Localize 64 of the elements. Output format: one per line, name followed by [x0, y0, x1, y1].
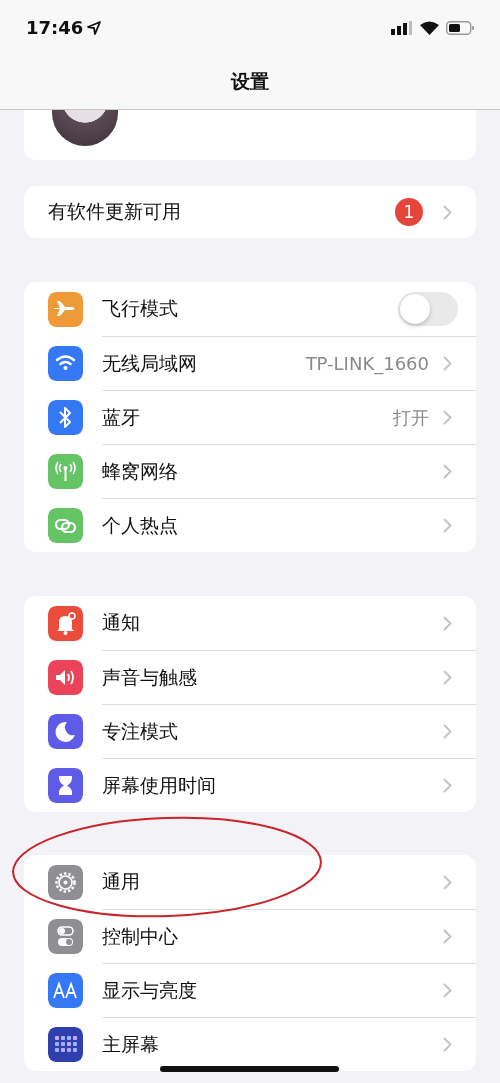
row-label: 控制中心 [102, 923, 179, 949]
row-label: 显示与亮度 [102, 977, 198, 1003]
chevron-icon [443, 410, 452, 425]
toggle-switch[interactable] [398, 292, 458, 326]
settings-row[interactable]: 无线局域网 TP-LINK_1660 [24, 336, 476, 390]
chevron-icon [443, 518, 452, 533]
settings-row[interactable]: 蓝牙 打开 [24, 390, 476, 444]
settings-row[interactable]: 屏幕使用时间 [24, 758, 476, 812]
signal-icon [391, 20, 413, 35]
row-label: 屏幕使用时间 [102, 772, 217, 798]
location-arrow-icon [87, 20, 102, 35]
row-label: 通用 [102, 869, 141, 894]
chevron-icon [443, 615, 452, 631]
chevron-icon [443, 778, 452, 793]
page-title: 设置 [231, 69, 269, 94]
status-time: 17:46 [26, 17, 84, 38]
row-label: 无线局域网 [102, 350, 198, 376]
row-label: 通知 [102, 610, 141, 635]
antenna-icon [48, 453, 83, 489]
count-badge: 1 [395, 198, 423, 226]
link-icon [48, 507, 83, 543]
settings-row[interactable]: 飞行模式 [24, 282, 476, 336]
row-label: 飞行模式 [102, 296, 179, 321]
chevron-icon [443, 1037, 452, 1052]
settings-row[interactable]: 控制中心 [24, 909, 476, 963]
settings-row[interactable]: 显示与亮度 [24, 963, 476, 1017]
settings-row[interactable]: 蜂窝网络 [24, 444, 476, 498]
profile-card[interactable] [24, 110, 476, 160]
update-row[interactable]: 有软件更新可用 1 [24, 186, 476, 238]
chevron-icon [443, 464, 452, 479]
app-grid-icon [48, 1026, 83, 1062]
row-label: 声音与触感 [102, 664, 198, 690]
battery-icon [446, 20, 474, 35]
hourglass-icon [48, 767, 83, 803]
switches-icon [48, 918, 83, 954]
settings-row[interactable]: 通用 [24, 855, 476, 909]
row-label: 专注模式 [102, 718, 179, 744]
row-label: 主屏幕 [102, 1031, 160, 1057]
row-label: 个人热点 [102, 512, 179, 538]
airplane-icon [48, 291, 83, 327]
chevron-icon [443, 929, 452, 944]
row-value: TP-LINK_1660 [305, 353, 429, 374]
row-label: 蜂窝网络 [102, 458, 179, 484]
gear-icon [48, 864, 83, 900]
settings-row[interactable]: 声音与触感 [24, 650, 476, 704]
bluetooth-icon [48, 399, 83, 435]
text-size-icon [48, 972, 83, 1008]
wifi-icon [48, 345, 83, 381]
settings-row[interactable]: 个人热点 [24, 498, 476, 552]
moon-icon [48, 713, 83, 749]
chevron-icon [443, 983, 452, 998]
chevron-icon [443, 356, 452, 371]
row-label: 蓝牙 [102, 404, 141, 430]
chevron-icon [443, 204, 452, 220]
wifi-icon [420, 20, 439, 35]
row-value: 打开 [393, 405, 429, 430]
chevron-icon [443, 670, 452, 685]
bell-icon [48, 605, 83, 641]
chevron-icon [443, 874, 452, 890]
settings-row[interactable]: 通知 [24, 596, 476, 650]
chevron-icon [443, 724, 452, 739]
speaker-icon [48, 659, 83, 695]
settings-row[interactable]: 专注模式 [24, 704, 476, 758]
row-label: 有软件更新可用 [48, 199, 182, 224]
